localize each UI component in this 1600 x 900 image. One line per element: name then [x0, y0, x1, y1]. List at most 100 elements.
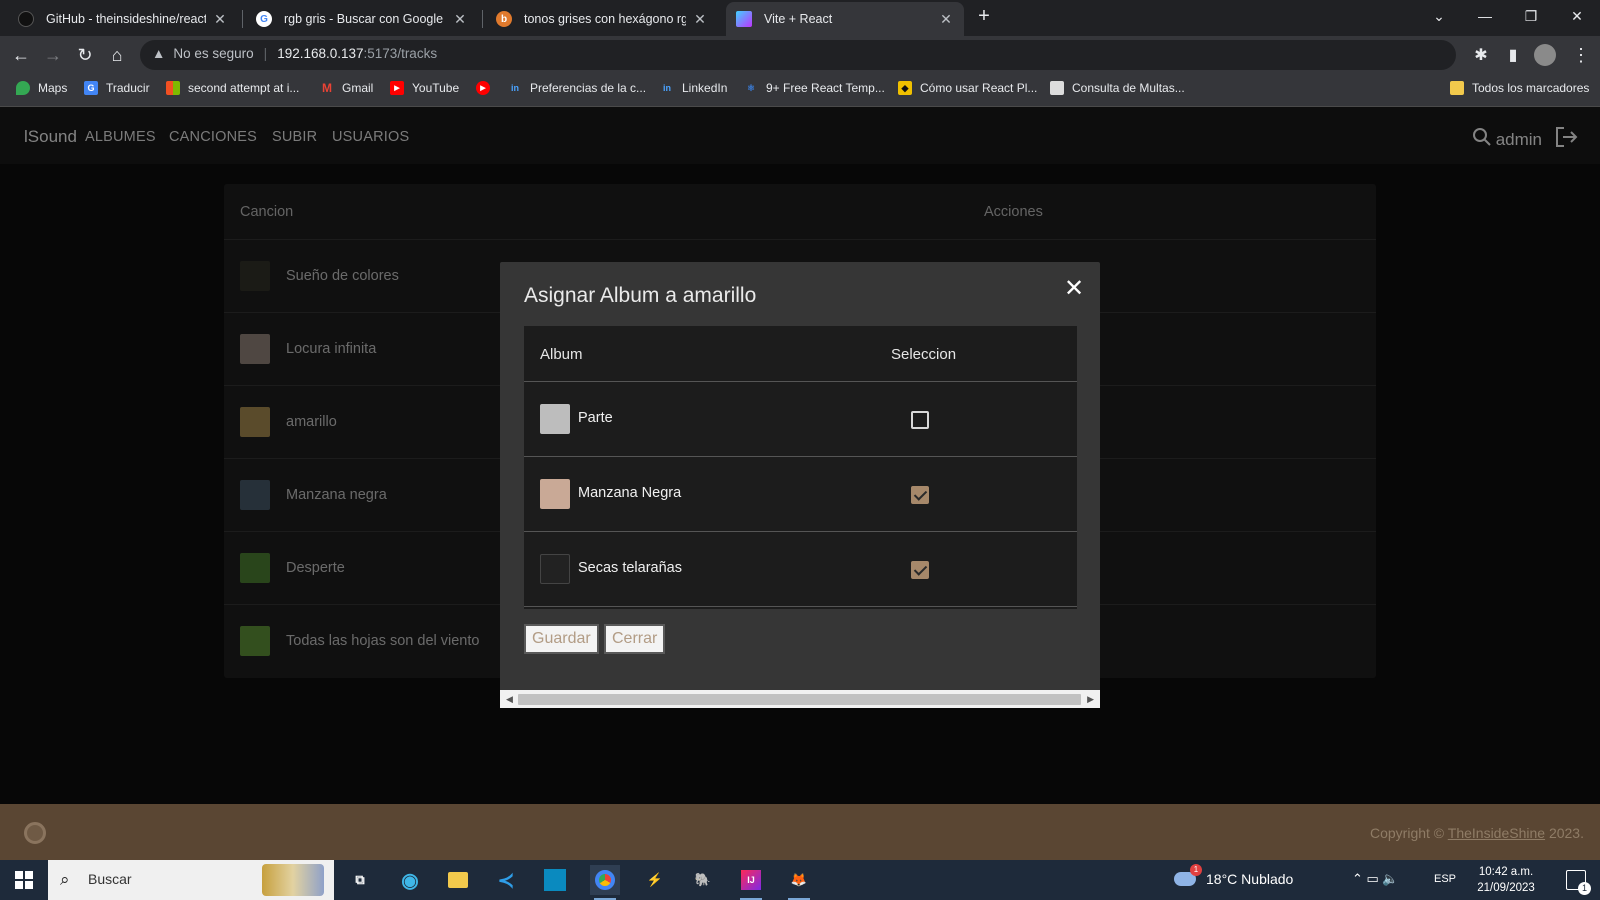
app-icon[interactable]: [540, 865, 570, 895]
modal-title: Asignar Album a amarillo: [524, 284, 757, 307]
album-thumbnail: [540, 404, 570, 434]
tab-google[interactable]: G rgb gris - Buscar con Google ✕: [246, 2, 478, 36]
album-thumbnail: [540, 554, 570, 584]
bookmark-second-attempt[interactable]: second attempt at i...: [166, 81, 299, 95]
task-view-icon[interactable]: ⧉: [345, 865, 375, 895]
close-tab-icon[interactable]: ✕: [212, 11, 228, 28]
vscode-icon[interactable]: ≺: [491, 865, 521, 895]
tab-brave-search[interactable]: b tonos grises con hexágono rgb p ✕: [486, 2, 718, 36]
tray-icons[interactable]: ⌃ ▭ 🔈: [1352, 871, 1422, 887]
bookmark-react-templates[interactable]: ⚛ 9+ Free React Temp...: [744, 81, 885, 95]
chrome-icon[interactable]: [590, 865, 620, 900]
bookmarks-bar: Maps G Traducir second attempt at i... MG…: [0, 73, 1600, 107]
albums-table-header: Album Seleccion: [524, 326, 1077, 382]
albums-table: Album Seleccion Parte Manzana Negra Seca…: [524, 326, 1077, 609]
weather-widget[interactable]: 1 18°C Nublado: [1174, 864, 1324, 887]
weather-text: 18°C Nublado: [1206, 871, 1294, 887]
scroll-left-icon[interactable]: ◀: [506, 694, 513, 705]
bookmark-gmail[interactable]: M Gmail: [320, 81, 373, 95]
react-icon: ⚛: [746, 82, 756, 93]
scrollbar-thumb[interactable]: [518, 694, 1081, 705]
linkedin-icon: in: [511, 83, 519, 93]
back-arrow-icon[interactable]: ←: [6, 40, 36, 70]
close-tab-icon[interactable]: ✕: [692, 11, 708, 28]
theme-toggle-icon[interactable]: [24, 822, 46, 844]
cloud-icon: 1: [1174, 864, 1202, 886]
forward-arrow-icon[interactable]: →: [38, 40, 68, 70]
close-tab-icon[interactable]: ✕: [938, 11, 954, 28]
all-bookmarks-folder[interactable]: Todos los marcadores: [1450, 81, 1589, 95]
side-panel-icon[interactable]: ▮: [1498, 40, 1528, 70]
close-icon[interactable]: ✕: [1062, 277, 1086, 302]
vite-icon: [736, 11, 752, 27]
gimp-icon[interactable]: 🦊: [784, 865, 814, 900]
reload-icon[interactable]: ↻: [70, 40, 100, 70]
address-bar[interactable]: ▲ No es seguro | 192.168.0.137:5173/trac…: [140, 40, 1456, 70]
bookmark-youtube-music[interactable]: ▶: [476, 81, 498, 95]
url-path: :5173/tracks: [363, 46, 438, 61]
security-label[interactable]: No es seguro: [173, 46, 253, 61]
tab-vite-react[interactable]: Vite + React ✕: [726, 2, 964, 36]
table-row: Manzana Negra: [524, 457, 1077, 532]
copyright-link[interactable]: TheInsideShine: [1448, 825, 1545, 841]
notifications-icon[interactable]: 1: [1566, 870, 1591, 895]
intellij-icon[interactable]: IJ: [736, 865, 766, 900]
search-highlight-icon: [262, 864, 324, 896]
bookmark-linkedin[interactable]: in LinkedIn: [660, 81, 727, 95]
tab-search-chevron-icon[interactable]: ⌄: [1416, 0, 1462, 32]
scroll-right-icon[interactable]: ▶: [1087, 694, 1094, 705]
language-indicator[interactable]: ESP: [1434, 873, 1456, 885]
album-select-checkbox[interactable]: [911, 411, 929, 429]
file-explorer-icon[interactable]: [443, 865, 473, 895]
notification-count: 1: [1578, 882, 1591, 895]
youtube-icon: ▶: [390, 81, 404, 95]
browser-tab-bar: GitHub - theinsideshine/react-ins ✕ G rg…: [0, 0, 1600, 36]
column-album: Album: [540, 346, 583, 363]
album-thumbnail: [540, 479, 570, 509]
album-select-checkbox[interactable]: [911, 561, 929, 579]
search-icon: ⌕: [60, 870, 70, 889]
extensions-icon[interactable]: ✱: [1466, 40, 1496, 70]
clock-date: 21/09/2023: [1477, 882, 1535, 894]
url-host: 192.168.0.137: [277, 46, 364, 61]
column-seleccion: Seleccion: [891, 346, 957, 363]
assign-album-modal: Asignar Album a amarillo ✕ Album Selecci…: [500, 262, 1100, 708]
gmail-icon: M: [322, 81, 332, 95]
album-select-checkbox[interactable]: [911, 486, 929, 504]
tab-separator: [482, 10, 483, 28]
restore-button[interactable]: ❐: [1508, 0, 1554, 32]
google-icon: G: [256, 11, 272, 27]
postgres-icon[interactable]: 🐘: [688, 865, 718, 895]
home-icon[interactable]: ⌂: [102, 40, 132, 70]
bookmark-traducir[interactable]: G Traducir: [84, 81, 150, 95]
album-name: Parte: [578, 410, 613, 426]
bookmark-preferencias[interactable]: in Preferencias de la c...: [508, 81, 646, 95]
bookmark-youtube[interactable]: ▶ YouTube: [390, 81, 459, 95]
horizontal-scrollbar[interactable]: ◀ ▶: [500, 690, 1100, 708]
new-tab-button[interactable]: +: [968, 0, 1000, 32]
bookmark-maps[interactable]: Maps: [16, 81, 67, 95]
cancel-button[interactable]: Cerrar: [604, 624, 666, 654]
tab-github[interactable]: GitHub - theinsideshine/react-ins ✕: [8, 2, 238, 36]
clock-time: 10:42 a.m.: [1478, 866, 1534, 878]
app-footer: Copyright © TheInsideShine 2023.: [0, 804, 1600, 860]
window-close-button[interactable]: ✕: [1554, 0, 1600, 32]
windows-start-button[interactable]: [0, 860, 48, 900]
close-tab-icon[interactable]: ✕: [452, 11, 468, 28]
taskbar-search[interactable]: ⌕ Buscar: [48, 860, 334, 900]
profile-avatar[interactable]: [1530, 40, 1560, 70]
clock[interactable]: 10:42 a.m. 21/09/2023: [1466, 864, 1546, 896]
bookmark-react-pl[interactable]: ◆ Cómo usar React Pl...: [898, 81, 1037, 95]
warning-icon[interactable]: ▲: [152, 46, 165, 61]
save-button[interactable]: Guardar: [524, 624, 599, 654]
browser-menu-icon[interactable]: ⋮: [1566, 40, 1596, 70]
address-divider: |: [263, 46, 268, 61]
edge-icon[interactable]: ◉: [395, 865, 425, 895]
minimize-button[interactable]: —: [1462, 0, 1508, 32]
tab-separator: [242, 10, 243, 28]
bookmark-consulta-multas[interactable]: Consulta de Multas...: [1050, 81, 1185, 95]
windows-taskbar: ⌕ Buscar ⧉ ◉ ≺ ⚡ 🐘 IJ 🦊 1 18°C Nublado ⌃…: [0, 860, 1600, 900]
microsoft-icon: [166, 81, 180, 95]
workbench-icon[interactable]: ⚡: [640, 865, 670, 895]
maps-icon: [16, 81, 30, 95]
